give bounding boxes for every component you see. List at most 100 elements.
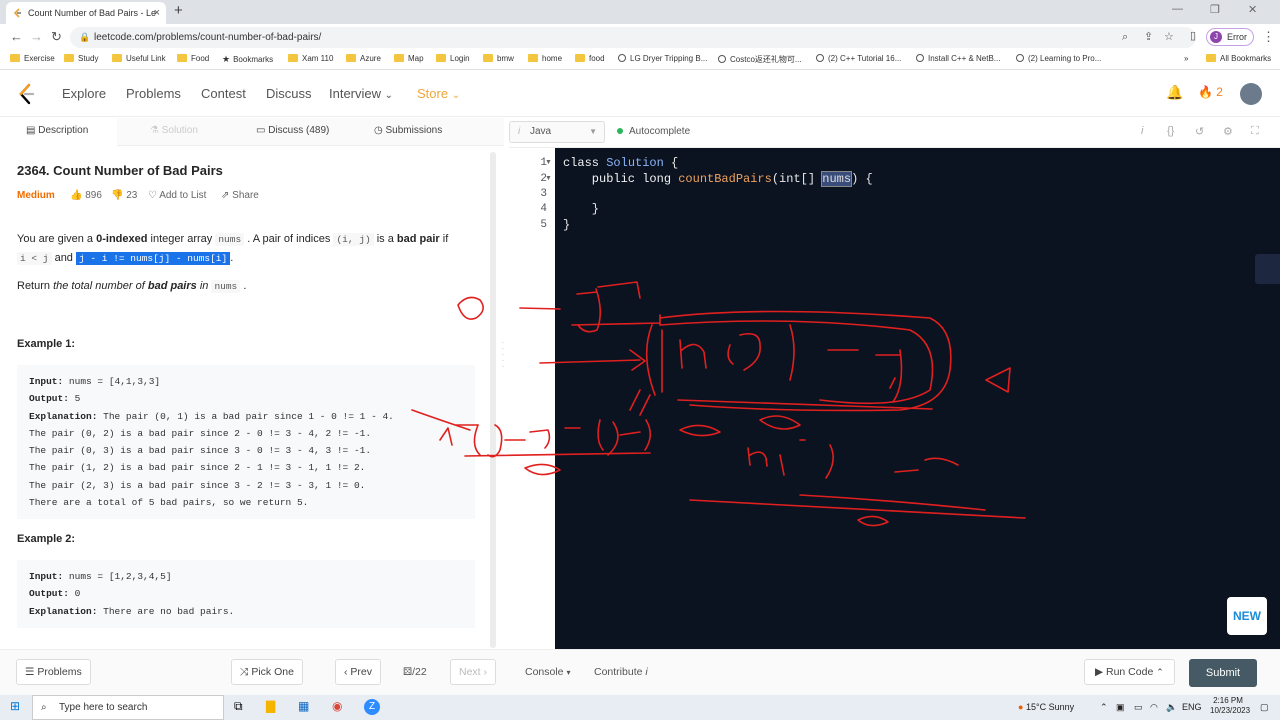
- bookmark-item[interactable]: LG Dryer Tripping B...: [618, 54, 707, 63]
- prev-button[interactable]: ‹ Prev: [335, 659, 382, 685]
- page-indicator[interactable]: ⚄/22: [403, 666, 427, 678]
- info-icon[interactable]: i: [1141, 125, 1143, 137]
- maximize-icon[interactable]: ❐: [1210, 3, 1220, 16]
- tray-app-icon[interactable]: ▣: [1116, 702, 1125, 713]
- avatar[interactable]: [1240, 83, 1262, 105]
- editor-toolbar: i Java ▼ Autocomplete i {} ↺ ⚙ ⛶: [509, 118, 1280, 148]
- volume-icon[interactable]: 🔈: [1166, 702, 1177, 713]
- store-icon[interactable]: ▦: [298, 699, 309, 713]
- zoom-app-icon[interactable]: Z: [364, 699, 380, 715]
- all-bookmarks[interactable]: All Bookmarks: [1206, 54, 1271, 63]
- bookmark-item[interactable]: home: [528, 54, 562, 63]
- streak-counter[interactable]: 🔥 2: [1198, 85, 1223, 99]
- fold-icon[interactable]: ▼: [545, 159, 552, 166]
- bookmark-item[interactable]: Food: [177, 54, 209, 63]
- editor-side-tab[interactable]: [1255, 254, 1280, 284]
- tab-description[interactable]: ▤ Description: [0, 118, 117, 146]
- bookmark-item[interactable]: bmw: [483, 54, 514, 63]
- tab-solution[interactable]: ⚗ Solution: [150, 125, 198, 136]
- wifi-icon[interactable]: ◠: [1150, 702, 1158, 713]
- input-language[interactable]: ENG: [1182, 702, 1202, 712]
- file-explorer-icon[interactable]: ▇: [266, 699, 275, 713]
- task-view-icon[interactable]: ⧉: [234, 699, 243, 714]
- bookmark-item[interactable]: Costco返还礼物可...: [718, 54, 802, 65]
- profile-error-chip[interactable]: J Error: [1206, 28, 1254, 46]
- globe-icon: [618, 54, 626, 62]
- avatar: J: [1210, 31, 1222, 43]
- chrome-icon[interactable]: ◉: [332, 699, 342, 713]
- bookmark-item[interactable]: Xam 110: [288, 54, 333, 63]
- zoom-icon[interactable]: ⌕: [1122, 27, 1128, 48]
- pane-resize-handle[interactable]: · · · · ·: [501, 339, 505, 380]
- taskbar-search-input[interactable]: ⌕ Type here to search: [32, 695, 224, 720]
- bookmark-item[interactable]: (2) Learning to Pro...: [1016, 54, 1101, 63]
- bell-icon[interactable]: 🔔: [1166, 84, 1183, 101]
- minimize-icon[interactable]: —: [1172, 3, 1183, 15]
- contribute-button[interactable]: Contribute i: [594, 666, 648, 678]
- reset-icon[interactable]: ↺: [1195, 125, 1204, 138]
- bookmark-item[interactable]: food: [575, 54, 605, 63]
- close-tab-icon[interactable]: ×: [154, 2, 160, 24]
- leetcode-logo-icon[interactable]: [18, 83, 36, 105]
- run-code-button[interactable]: ▶ Run Code ⌃: [1084, 659, 1175, 685]
- nav-explore[interactable]: Explore: [62, 86, 106, 101]
- new-tab-icon[interactable]: +: [174, 2, 183, 19]
- bookmark-star-icon[interactable]: ☆: [1164, 27, 1174, 48]
- bookmark-item[interactable]: Install C++ & NetB...: [916, 54, 1000, 63]
- gear-icon[interactable]: ⚙: [1223, 125, 1233, 138]
- bookmark-item[interactable]: Azure: [346, 54, 381, 63]
- autocomplete-toggle[interactable]: Autocomplete: [617, 126, 690, 137]
- code-editor[interactable]: [555, 148, 1280, 649]
- back-icon[interactable]: ←: [10, 29, 23, 44]
- close-window-icon[interactable]: ✕: [1248, 3, 1257, 16]
- bookmark-item[interactable]: Useful Link: [112, 54, 166, 63]
- url-field[interactable]: 🔒 leetcode.com/problems/count-number-of-…: [70, 27, 1196, 48]
- bookmark-item[interactable]: Exercise: [10, 54, 55, 63]
- fold-icon[interactable]: ▼: [545, 175, 552, 182]
- forward-icon[interactable]: →: [30, 29, 43, 44]
- nav-store[interactable]: Store ⌄: [417, 86, 460, 101]
- new-badge[interactable]: NEW: [1227, 597, 1267, 635]
- add-to-list-button[interactable]: ♡ Add to List: [148, 190, 206, 201]
- share-button[interactable]: ⇗ Share: [221, 190, 259, 201]
- share-page-icon[interactable]: ⇪: [1144, 27, 1153, 48]
- chat-icon: ▭: [256, 125, 266, 136]
- weather-widget[interactable]: ● 15°C Sunny: [1018, 702, 1074, 712]
- pick-one-button[interactable]: ⤨ Pick One: [231, 659, 303, 685]
- browser-tab[interactable]: Count Number of Bad Pairs - Le ×: [6, 2, 166, 24]
- menu-icon[interactable]: ⋮: [1262, 29, 1275, 45]
- example-1-heading: Example 1:: [17, 338, 76, 350]
- console-button[interactable]: Console ▾: [525, 666, 570, 678]
- dislike-button[interactable]: 👎 23: [111, 190, 137, 201]
- fullscreen-icon[interactable]: ⛶: [1251, 125, 1259, 138]
- tab-submissions[interactable]: ◷ Submissions: [374, 125, 442, 136]
- bookmark-item[interactable]: ★ Bookmarks: [222, 54, 273, 65]
- submit-button[interactable]: Submit: [1189, 659, 1257, 687]
- reload-icon[interactable]: ↻: [51, 29, 62, 45]
- next-button[interactable]: Next ›: [450, 659, 497, 685]
- side-panel-icon[interactable]: ▯: [1190, 29, 1196, 42]
- nav-contest[interactable]: Contest: [201, 86, 246, 101]
- description-scrollbar[interactable]: [490, 152, 496, 648]
- nav-interview[interactable]: Interview ⌄: [329, 86, 393, 101]
- bookmark-item[interactable]: Map: [394, 54, 424, 63]
- more-bookmarks-icon[interactable]: »: [1184, 54, 1188, 63]
- braces-icon[interactable]: {}: [1167, 125, 1174, 137]
- windows-start-icon[interactable]: ⊞: [10, 699, 20, 713]
- tab-discuss[interactable]: ▭ Discuss (489): [256, 125, 329, 136]
- bookmark-item[interactable]: Login: [436, 54, 470, 63]
- clock[interactable]: 2:16 PM 10/23/2023: [1210, 696, 1250, 716]
- bookmark-item[interactable]: Study: [64, 54, 98, 63]
- folder-icon: [64, 54, 74, 62]
- network-icon[interactable]: ▭: [1134, 702, 1143, 713]
- like-button[interactable]: 👍 896: [70, 190, 102, 201]
- tray-chevron-icon[interactable]: ⌃: [1100, 702, 1108, 713]
- folder-icon: [483, 54, 493, 62]
- problems-button[interactable]: ☰ Problems: [16, 659, 91, 685]
- notification-icon[interactable]: ▢: [1260, 702, 1269, 713]
- nav-discuss[interactable]: Discuss: [266, 86, 312, 101]
- nav-problems[interactable]: Problems: [126, 86, 181, 101]
- bookmark-item[interactable]: (2) C++ Tutorial 16...: [816, 54, 901, 63]
- language-select[interactable]: i Java ▼: [509, 121, 605, 143]
- globe-icon: [718, 55, 726, 63]
